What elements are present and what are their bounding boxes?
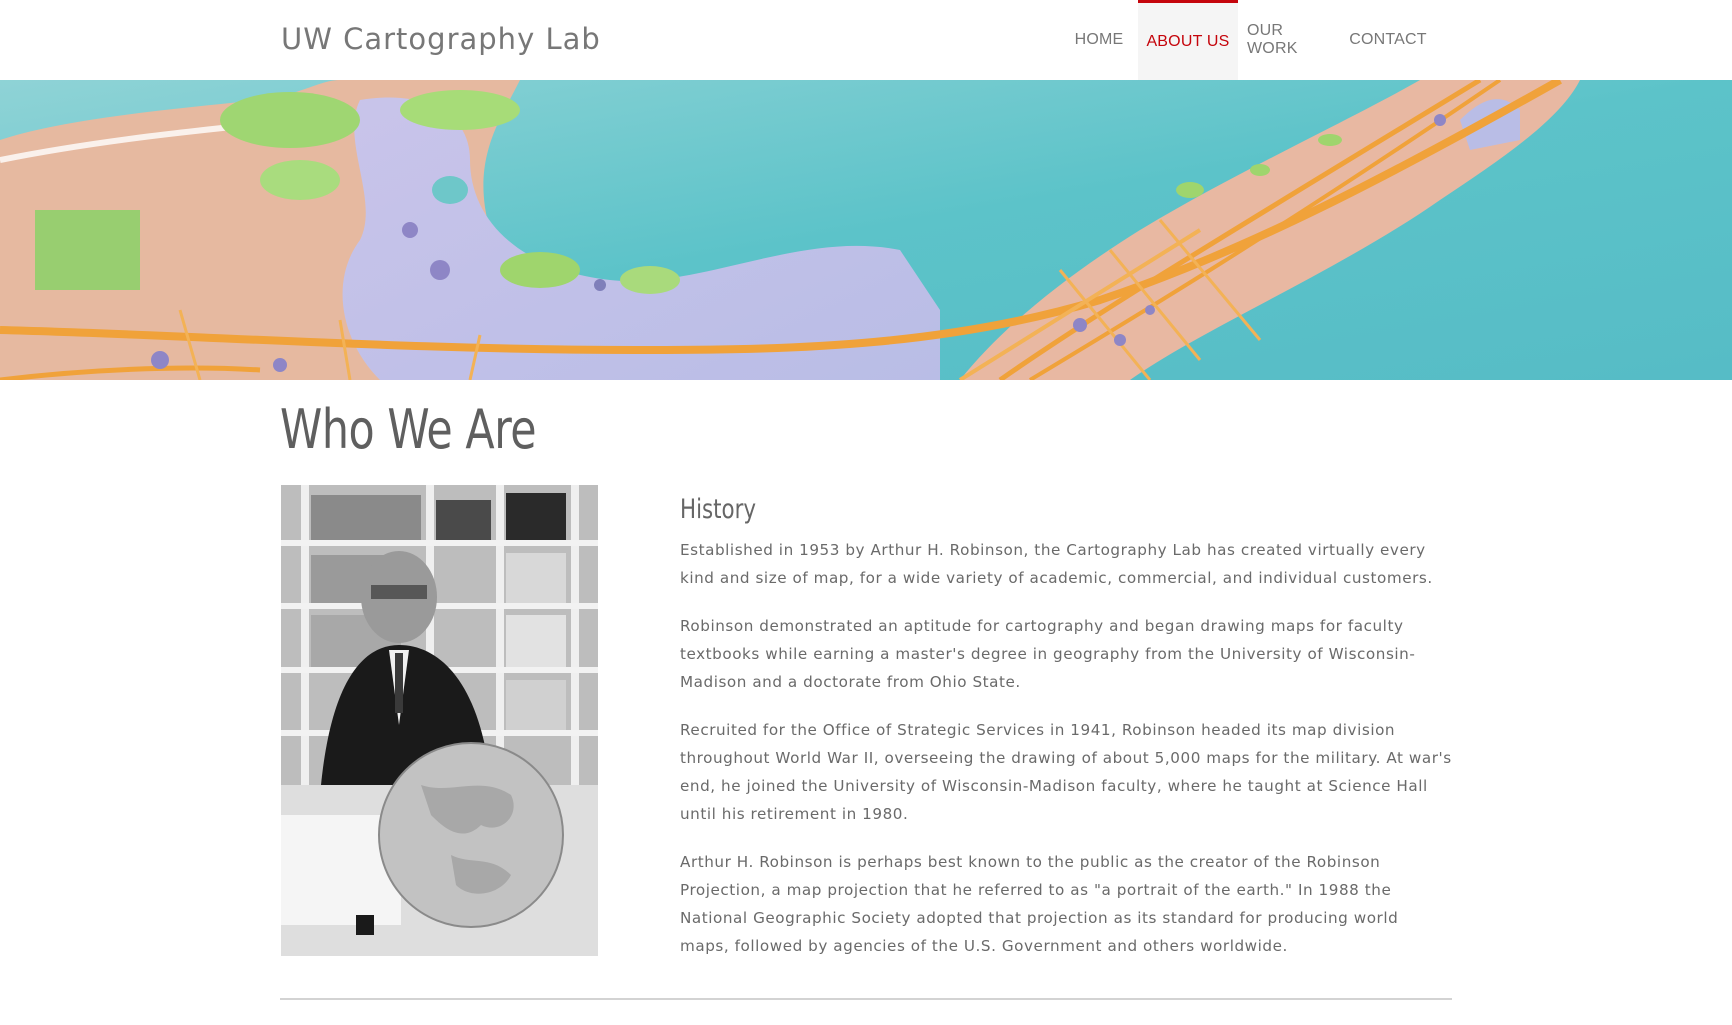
nav-item-our-work[interactable]: Our Work (1247, 0, 1337, 80)
section-divider (280, 998, 1452, 1000)
robinson-portrait-photo (281, 485, 598, 956)
hero-map-banner (0, 80, 1732, 380)
site-brand-link[interactable]: UW Cartography Lab (281, 22, 601, 56)
portrait-image (281, 485, 598, 956)
nav-item-contact[interactable]: Contact (1345, 0, 1431, 80)
history-paragraph-3: Recruited for the Office of Strategic Se… (680, 721, 1452, 823)
history-paragraph-2: Robinson demonstrated an aptitude for ca… (680, 617, 1416, 691)
history-paragraph-4: Arthur H. Robinson is perhaps best known… (680, 853, 1399, 955)
nav-item-about-us[interactable]: About Us (1138, 0, 1238, 80)
watercolor-map-image (0, 80, 1732, 380)
page-title: Who We Are (280, 398, 537, 461)
history-paragraph-1: Established in 1953 by Arthur H. Robinso… (680, 541, 1433, 587)
top-navbar: UW Cartography Lab Home About Us Our Wor… (0, 0, 1732, 80)
history-heading: History (680, 494, 757, 525)
nav-item-home[interactable]: Home (1061, 0, 1137, 80)
